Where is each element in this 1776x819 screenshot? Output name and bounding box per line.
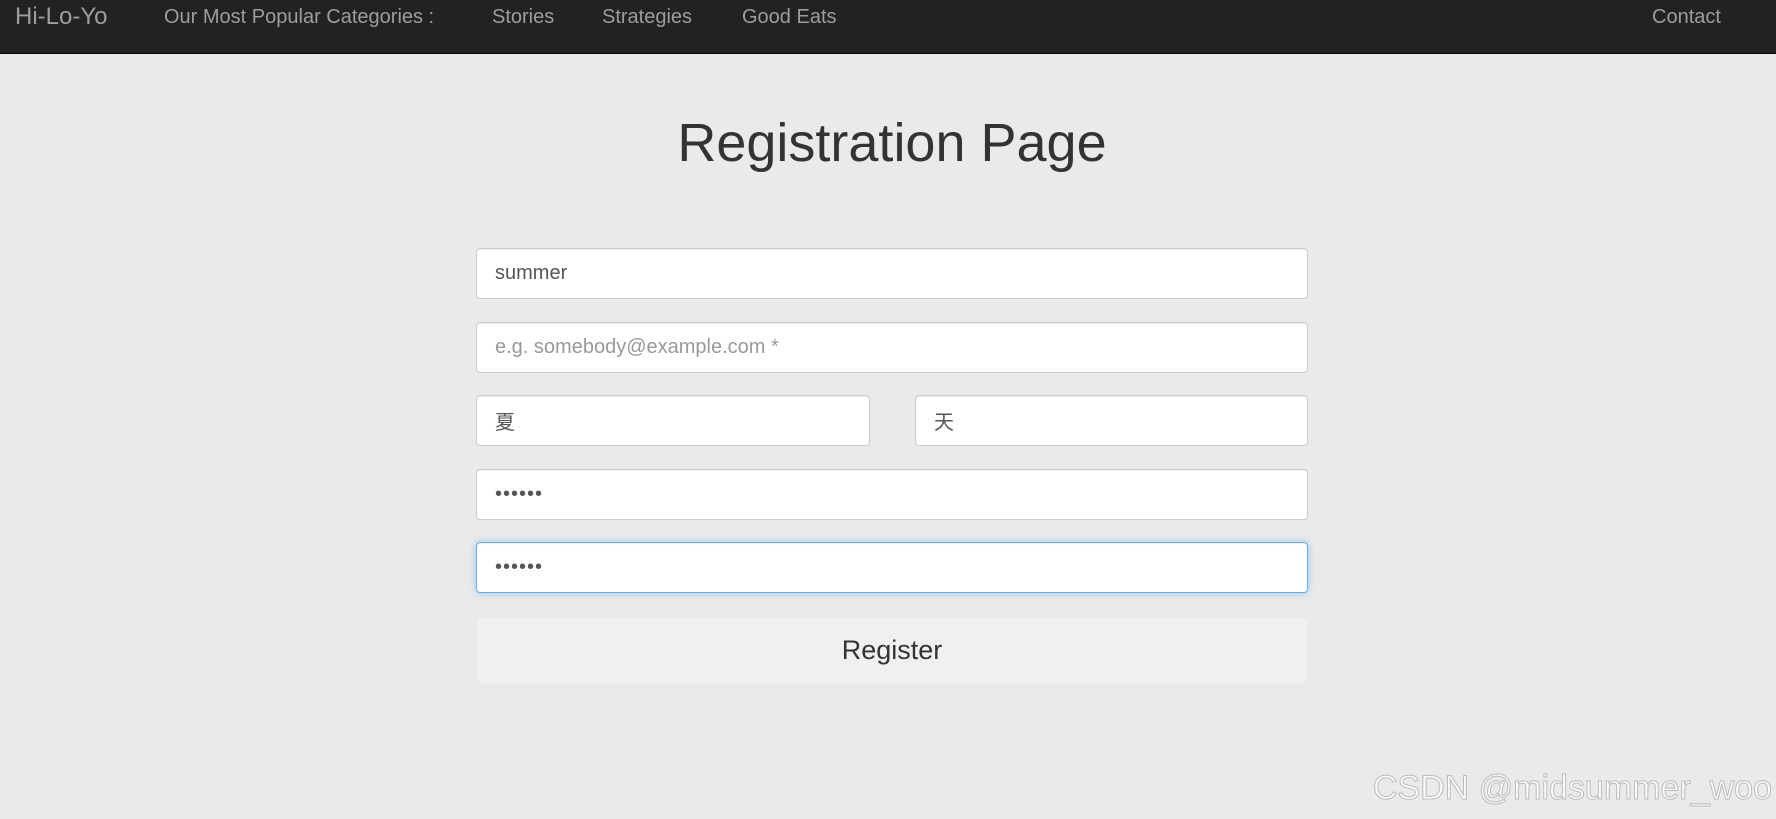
username-input[interactable]: [476, 248, 1308, 299]
email-input[interactable]: [476, 322, 1308, 373]
nav-link-strategies[interactable]: Strategies: [602, 0, 692, 34]
first-name-input[interactable]: [476, 395, 870, 446]
last-name-input[interactable]: [915, 395, 1308, 446]
top-navbar: Hi-Lo-Yo Our Most Popular Categories : S…: [0, 0, 1776, 54]
confirm-password-input[interactable]: [476, 542, 1308, 593]
nav-link-contact[interactable]: Contact: [1652, 0, 1721, 34]
brand-link[interactable]: Hi-Lo-Yo: [15, 0, 108, 34]
password-input[interactable]: [476, 469, 1308, 520]
nav-link-stories[interactable]: Stories: [492, 0, 554, 34]
watermark: CSDN @midsummer_woo: [1372, 769, 1772, 808]
nav-link-good-eats[interactable]: Good Eats: [742, 0, 837, 34]
categories-label: Our Most Popular Categories :: [164, 6, 435, 28]
register-button[interactable]: Register: [476, 617, 1308, 684]
page-title: Registration Page: [677, 113, 1107, 173]
